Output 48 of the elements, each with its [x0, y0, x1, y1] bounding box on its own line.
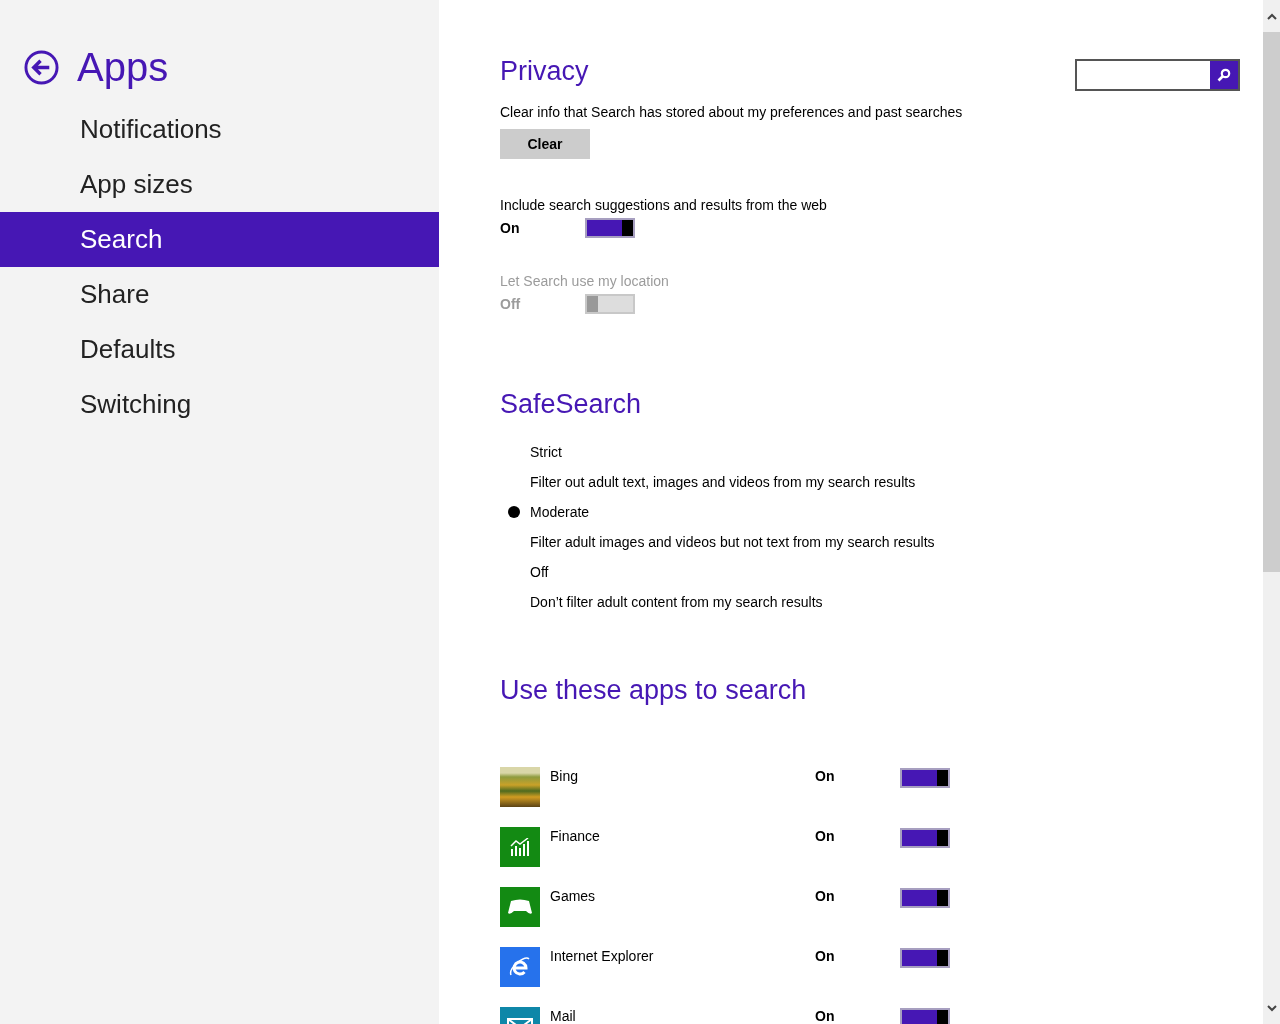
scroll-down-icon[interactable]: [1266, 1004, 1277, 1012]
search-icon: [1217, 68, 1231, 82]
nav-item[interactable]: Switching: [0, 377, 439, 432]
browser-logo-icon: [509, 956, 531, 978]
app-name: Internet Explorer: [549, 947, 655, 966]
bar-chart-icon: [510, 838, 530, 856]
toggle-state: On: [815, 767, 836, 786]
option-description: Don’t filter adult content from my search results: [530, 593, 824, 612]
nav-item[interactable]: Defaults: [0, 322, 439, 377]
option-description: Filter adult images and videos but not text from my search results: [530, 533, 936, 552]
scroll-up-icon[interactable]: [1266, 12, 1277, 20]
game-controller-icon: [508, 899, 532, 915]
landscape-photo-placeholder: [500, 767, 540, 807]
setting-description: Clear info that Search has stored about my preferences and past searches: [500, 104, 964, 120]
nav-item[interactable]: Share: [0, 267, 439, 322]
radio-option[interactable]: Moderate: [530, 499, 1263, 525]
toggle-switch[interactable]: [900, 768, 950, 788]
app-name: Games: [549, 887, 597, 906]
toggle-state: On: [815, 1007, 836, 1024]
option-description: Filter out adult text, images and videos from my search results: [530, 473, 917, 492]
section-heading: SafeSearch: [500, 388, 642, 421]
toggle-switch[interactable]: [900, 948, 950, 968]
app-name: Finance: [549, 827, 601, 846]
section-heading: Privacy: [500, 55, 589, 88]
search-field[interactable]: [1075, 59, 1240, 91]
section-heading: Use these apps to search: [500, 674, 807, 707]
nav-item[interactable]: App sizes: [0, 157, 439, 212]
toggle-state: Off: [500, 296, 522, 312]
toggle-switch[interactable]: [900, 828, 950, 848]
page-title: Apps: [77, 44, 169, 90]
clear-button[interactable]: Clear: [500, 129, 590, 159]
toggle-switch[interactable]: [900, 888, 950, 908]
toggle-state: On: [815, 947, 836, 966]
nav-item[interactable]: Notifications: [0, 102, 439, 157]
search-button[interactable]: [1210, 61, 1238, 89]
toggle-state: On: [500, 220, 521, 236]
setting-label: Let Search use my location: [500, 273, 670, 289]
toggle-switch[interactable]: [585, 218, 635, 238]
app-name: Bing: [549, 767, 580, 786]
scrollbar-thumb[interactable]: [1263, 32, 1280, 572]
radio-option[interactable]: Off: [530, 559, 1263, 585]
app-name: Mail: [549, 1007, 577, 1024]
toggle-switch[interactable]: [900, 1008, 950, 1024]
toggle-state: On: [815, 887, 836, 906]
toggle-state: On: [815, 827, 836, 846]
nav-item[interactable]: Search: [0, 212, 439, 267]
setting-label: Include search suggestions and results from the web: [500, 197, 828, 213]
radio-option[interactable]: Strict: [530, 439, 1263, 465]
